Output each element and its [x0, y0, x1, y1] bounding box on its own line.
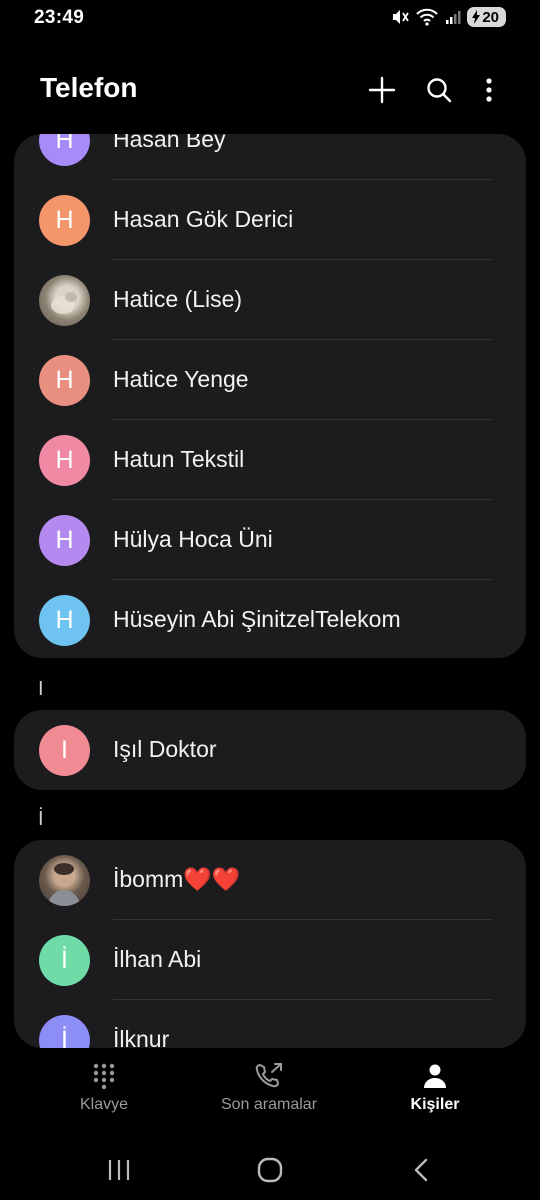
plus-icon [368, 76, 396, 104]
contact-name: İbomm❤️❤️ [113, 866, 241, 892]
contact-row[interactable]: H Hülya Hoca Üni [14, 500, 526, 580]
avatar-photo [39, 275, 90, 326]
avatar-photo [39, 855, 90, 906]
contact-group-i: I Işıl Doktor [14, 710, 526, 790]
tab-recent-calls[interactable]: Son aramalar [189, 1060, 349, 1114]
recent-apps-button[interactable] [99, 1154, 139, 1186]
contact-row[interactable]: I Işıl Doktor [14, 710, 526, 790]
contact-list[interactable]: H Hasan Bey H Hasan Gök Derici Hatice (L… [0, 134, 540, 1048]
avatar: İ [39, 1015, 90, 1048]
contact-name: Hatun Tekstil [113, 446, 245, 472]
contact-name: Hasan Bey [113, 134, 226, 152]
home-button[interactable] [250, 1154, 290, 1186]
wifi-icon [415, 8, 439, 26]
signal-icon [445, 9, 461, 25]
photo-avatar-image [47, 863, 81, 906]
contact-name: Hüseyin Abi ŞinitzelTelekom [113, 606, 401, 632]
dialpad-icon [24, 1060, 184, 1092]
search-button[interactable] [421, 72, 457, 108]
contact-group-i-dotted: İbomm❤️❤️ İ İlhan Abi İ İlknur [14, 840, 526, 1048]
photo-avatar-image [51, 292, 77, 314]
battery-indicator: 20 [467, 7, 506, 27]
tab-label: Kişiler [410, 1096, 460, 1113]
tab-contacts[interactable]: Kişiler [355, 1060, 515, 1114]
search-icon [427, 78, 452, 103]
avatar: I [39, 725, 90, 776]
status-bar: 23:49 20 [0, 0, 540, 36]
avatar: H [39, 595, 90, 646]
avatar: H [39, 515, 90, 566]
contact-name: İlhan Abi [113, 946, 202, 972]
tab-keypad[interactable]: Klavye [24, 1060, 184, 1114]
app-bar: Telefon [0, 60, 540, 118]
contact-name: Hatice (Lise) [113, 286, 243, 312]
contact-name: Hasan Gök Derici [113, 206, 294, 232]
section-header-i: I [38, 678, 44, 700]
recent-calls-icon [189, 1060, 349, 1092]
avatar: H [39, 435, 90, 486]
contact-row[interactable]: H Hatice Yenge [14, 340, 526, 420]
contact-name: Işıl Doktor [113, 736, 217, 762]
tab-label: Klavye [79, 1096, 129, 1113]
avatar: İ [39, 935, 90, 986]
contact-row[interactable]: Hatice (Lise) [14, 260, 526, 340]
back-button[interactable] [401, 1154, 441, 1186]
tab-label: Son aramalar [220, 1096, 318, 1113]
mute-vibrate-icon [389, 8, 410, 26]
contact-row[interactable]: İ İlhan Abi [14, 920, 526, 1000]
contact-name: Hatice Yenge [113, 366, 249, 392]
contact-name: İlknur [113, 1026, 170, 1048]
system-navigation-bar [0, 1140, 540, 1200]
recent-apps-icon [108, 1160, 130, 1180]
bottom-navigation: Klavye Son aramalar Kişiler [0, 1050, 540, 1130]
contact-row[interactable]: H Hasan Bey [14, 134, 526, 180]
page-title: Telefon [40, 72, 138, 103]
contact-group-h: H Hasan Bey H Hasan Gök Derici Hatice (L… [14, 134, 526, 658]
avatar: H [39, 355, 90, 406]
contacts-person-icon [355, 1060, 515, 1092]
avatar: H [39, 195, 90, 246]
section-header-i-dotted: İ [38, 808, 44, 830]
contact-row[interactable]: H Hatun Tekstil [14, 420, 526, 500]
status-icons: 20 [389, 7, 506, 27]
contact-row[interactable]: İbomm❤️❤️ [14, 840, 526, 920]
add-contact-button[interactable] [364, 72, 400, 108]
contact-row[interactable]: H Hüseyin Abi ŞinitzelTelekom [14, 580, 526, 658]
back-chevron-icon [414, 1158, 428, 1182]
charging-bolt-icon [472, 10, 481, 24]
more-vertical-icon [486, 78, 492, 102]
avatar: H [39, 134, 90, 166]
battery-level: 20 [482, 8, 499, 26]
contact-name: Hülya Hoca Üni [113, 526, 273, 552]
status-time: 23:49 [34, 7, 85, 28]
contact-row[interactable]: H Hasan Gök Derici [14, 180, 526, 260]
contact-row[interactable]: İ İlknur [14, 1000, 526, 1048]
home-icon [257, 1157, 283, 1183]
more-options-button[interactable] [471, 72, 507, 108]
